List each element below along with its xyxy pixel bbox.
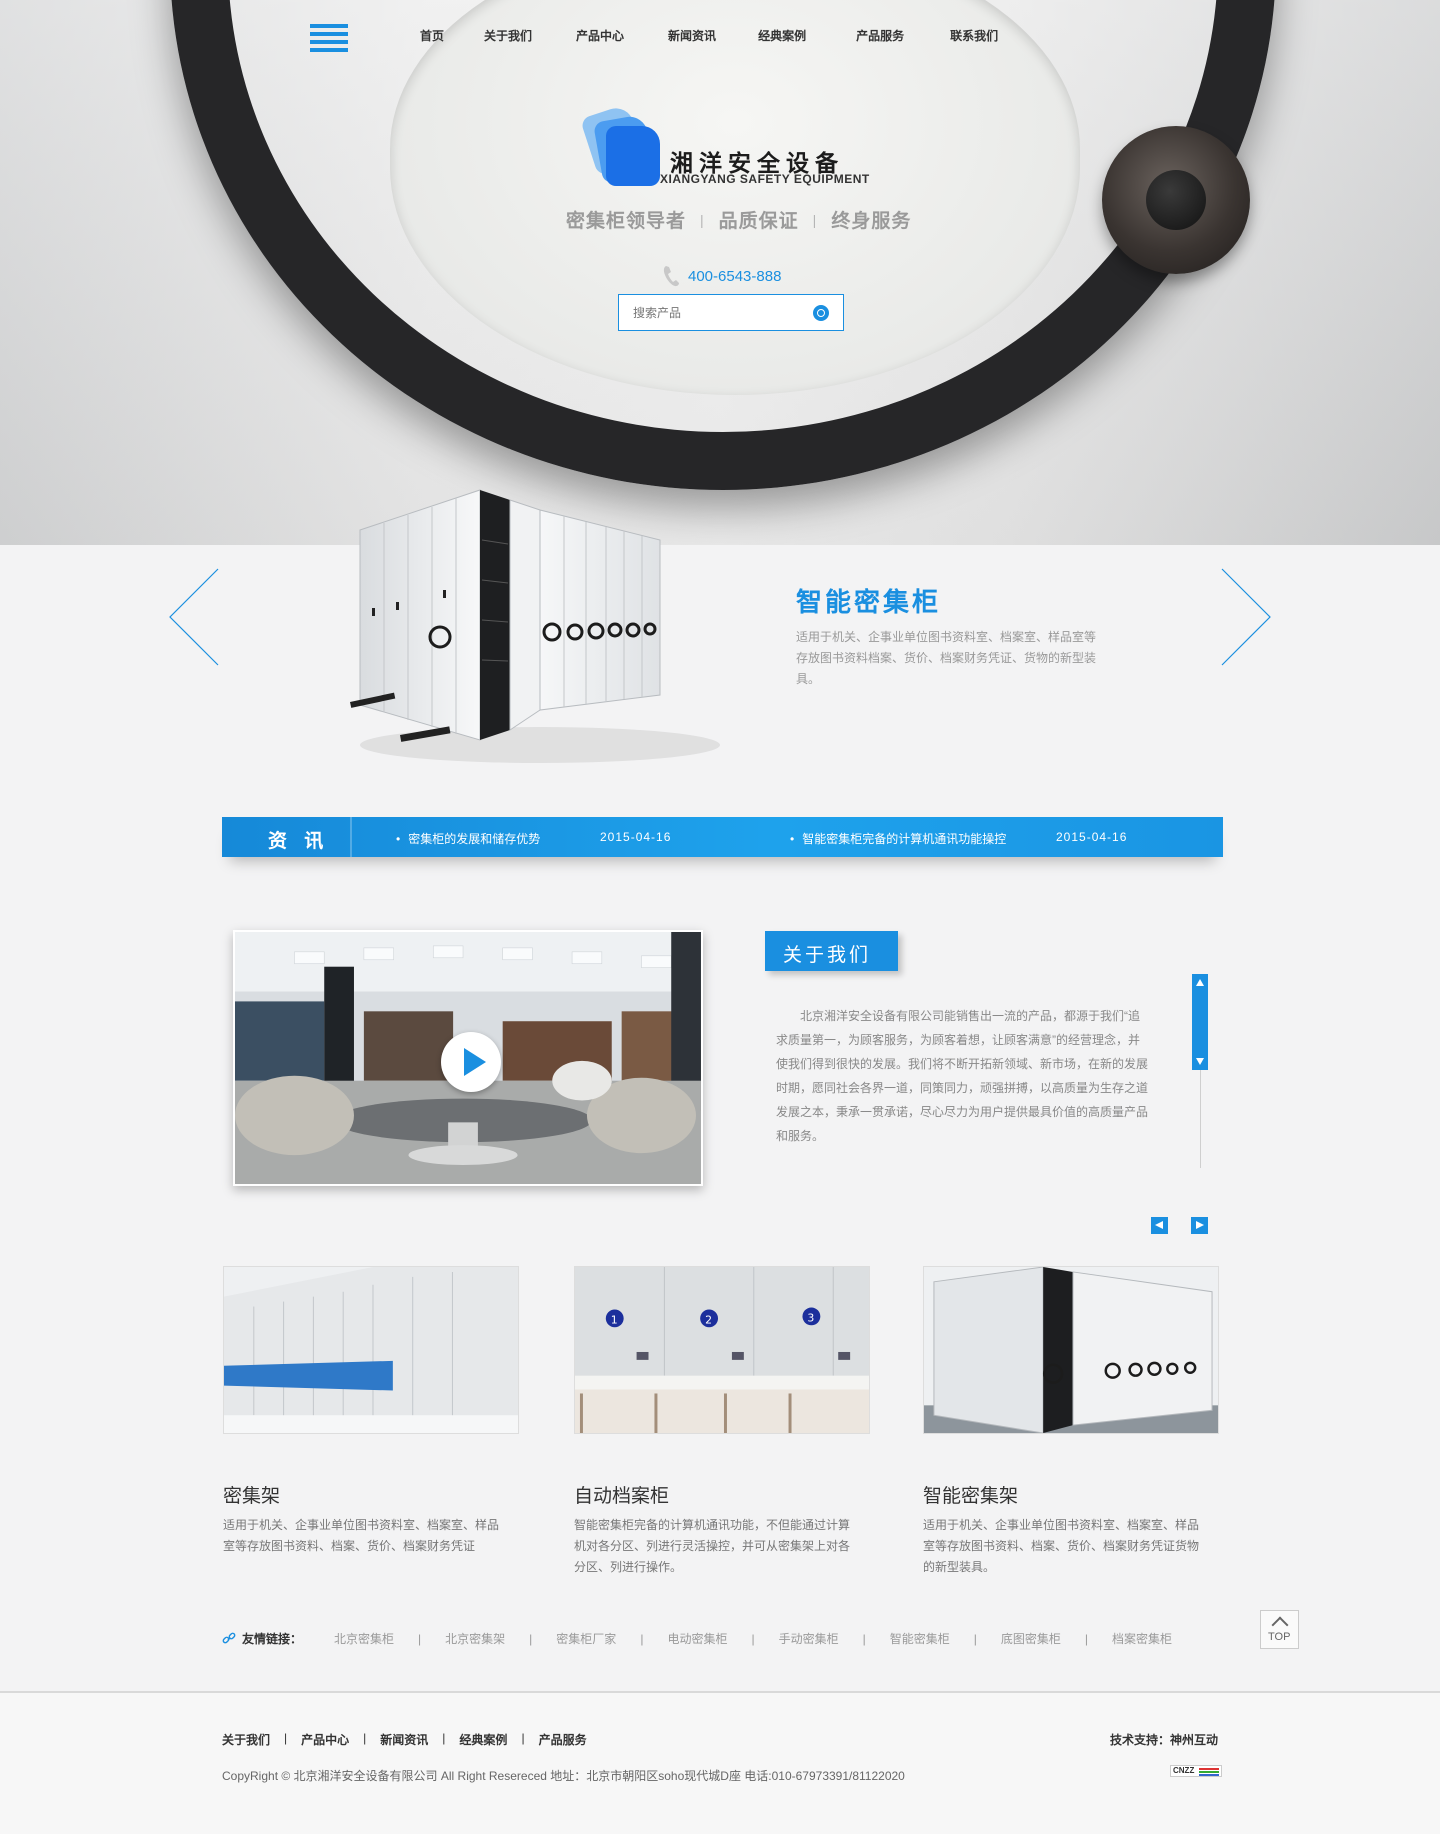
nav-cases[interactable]: 经典案例 — [758, 27, 806, 44]
phone-icon — [663, 266, 679, 287]
slogan-1: 密集柜领导者 — [566, 211, 687, 232]
nav-about[interactable]: 关于我们 — [484, 27, 532, 44]
news-date-1: 2015-04-16 — [600, 830, 672, 844]
nav-home[interactable]: 首页 — [420, 27, 444, 44]
product-image-2[interactable]: 1 2 3 — [574, 1266, 870, 1434]
nav-contact[interactable]: 联系我们 — [950, 27, 998, 44]
product-card: 1 2 3 自动档案柜 智能密集柜完备的计算机通讯功能，不但能通过计算机对各分区… — [574, 1266, 870, 1578]
slide-title: 智能密集柜 — [796, 587, 942, 617]
friend-link[interactable]: 档案密集柜 — [1112, 1630, 1172, 1647]
about-heading-text: 关于我们 — [783, 945, 872, 966]
slide-description: 适用于机关、企事业单位图书资料室、档案室、样品室等存放图书资料档案、货价、档案财… — [796, 630, 1097, 686]
wheel-knob-graphic — [1102, 126, 1250, 274]
news-item-1[interactable]: 密集柜的发展和储存优势 — [396, 830, 540, 847]
footer: 关于我们 | 产品中心 | 新闻资讯 | 经典案例 | 产品服务 技术支持：神州互动 C… — [0, 1691, 1440, 1834]
footer-link-news[interactable]: 新闻资讯 — [380, 1731, 428, 1748]
divider: | — [529, 1631, 533, 1646]
play-icon[interactable] — [441, 1032, 501, 1092]
company-logo[interactable]: 湘洋安全设备 XIANGYANG SAFETY EQUIPMENT — [579, 103, 904, 190]
divider: | — [442, 1731, 446, 1745]
news-divider — [350, 817, 352, 857]
divider: | — [973, 1631, 977, 1646]
slider-prev-arrow[interactable] — [168, 568, 220, 666]
nav-news[interactable]: 新闻资讯 — [668, 27, 716, 44]
hotline: 400-6543-888 — [662, 264, 781, 288]
divider: | — [284, 1731, 288, 1745]
back-to-top-label: TOP — [1268, 1631, 1291, 1643]
svg-text:2: 2 — [705, 1313, 712, 1326]
news-date-2: 2015-04-16 — [1056, 830, 1128, 844]
hero-banner: 首页 关于我们 产品中心 新闻资讯 经典案例 产品服务 联系我们 湘洋安全设备 … — [0, 0, 1440, 545]
divider: | — [862, 1631, 866, 1646]
friend-link[interactable]: 电动密集柜 — [667, 1630, 727, 1647]
divider: | — [640, 1631, 644, 1646]
tech-support[interactable]: 技术支持：神州互动 — [1110, 1731, 1218, 1748]
footer-link-cases[interactable]: 经典案例 — [459, 1731, 507, 1748]
footer-link-products[interactable]: 产品中心 — [301, 1731, 349, 1748]
nav-products[interactable]: 产品中心 — [576, 27, 624, 44]
svg-text:3: 3 — [807, 1311, 814, 1324]
footer-link-about[interactable]: 关于我们 — [222, 1731, 270, 1748]
carousel-prev-button[interactable] — [1151, 1217, 1168, 1234]
slogan-divider: | — [812, 211, 818, 228]
product-title-3[interactable]: 智能密集架 — [923, 1481, 1219, 1508]
product-image-1[interactable] — [223, 1266, 519, 1434]
nav-service[interactable]: 产品服务 — [856, 27, 904, 44]
friend-links-label: 友情链接： — [242, 1632, 303, 1646]
divider: | — [1084, 1631, 1088, 1646]
about-scrollbar[interactable] — [1192, 974, 1208, 1070]
slogan-2: 品质保证 — [718, 211, 799, 232]
divider: | — [363, 1731, 367, 1745]
footer-link-service[interactable]: 产品服务 — [539, 1731, 587, 1748]
friend-link[interactable]: 底图密集柜 — [1001, 1630, 1061, 1647]
slogan-3: 终身服务 — [831, 211, 912, 232]
friend-link[interactable]: 智能密集柜 — [890, 1630, 950, 1647]
friend-links: 友情链接： 北京密集柜 | 北京密集架 | 密集柜厂家 | 电动密集柜 | 手动密集柜 |… — [222, 1630, 1172, 1647]
phone-number: 400-6543-888 — [688, 267, 782, 285]
product-card: 密集架 适用于机关、企事业单位图书资料室、档案室、样品室等存放图书资料、档案、货… — [223, 1266, 519, 1557]
about-description: 北京湘洋安全设备有限公司能销售出一流的产品，都源于我们“追求质量第一，为顾客服务… — [776, 1009, 1149, 1143]
about-heading: 关于我们 — [765, 931, 898, 971]
copyright: CopyRight © 北京湘洋安全设备有限公司 All Right Reser… — [222, 1769, 905, 1783]
search-icon[interactable] — [813, 305, 829, 321]
product-title-2[interactable]: 自动档案柜 — [574, 1481, 870, 1508]
divider: | — [751, 1631, 755, 1646]
link-icon — [222, 1632, 236, 1643]
svg-text:1: 1 — [611, 1313, 618, 1326]
divider: | — [521, 1731, 525, 1745]
footer-nav: 关于我们 | 产品中心 | 新闻资讯 | 经典案例 | 产品服务 — [222, 1731, 587, 1748]
company-video[interactable] — [233, 930, 703, 1186]
search-box — [618, 294, 844, 331]
slogan: 密集柜领导者 | 品质保证 | 终身服务 — [566, 206, 911, 233]
product-title-1[interactable]: 密集架 — [223, 1481, 519, 1508]
divider: | — [418, 1631, 422, 1646]
product-desc-1: 适用于机关、企事业单位图书资料室、档案室、样品室等存放图书资料、档案、货价、档案… — [223, 1518, 500, 1553]
friend-link[interactable]: 北京密集柜 — [334, 1630, 394, 1647]
logo-mark-icon — [579, 103, 660, 186]
slider-next-arrow[interactable] — [1220, 568, 1272, 666]
back-to-top-button[interactable]: TOP — [1260, 1610, 1299, 1649]
cnzz-badge[interactable]: CNZZ — [1170, 1765, 1222, 1777]
cnzz-badge-text: CNZZ — [1173, 1766, 1195, 1775]
slide-product-image[interactable] — [350, 480, 720, 770]
product-image-3[interactable] — [923, 1266, 1219, 1434]
product-desc-3: 适用于机关、企事业单位图书资料室、档案室、样品室等存放图书资料、档案、货价、档案… — [923, 1518, 1200, 1574]
carousel-next-button[interactable] — [1191, 1217, 1208, 1234]
friend-link[interactable]: 北京密集架 — [445, 1630, 505, 1647]
news-item-2[interactable]: 智能密集柜完备的计算机通讯功能操控 — [790, 830, 1006, 847]
news-ticker: 资 讯 密集柜的发展和储存优势 2015-04-16 智能密集柜完备的计算机通讯… — [222, 817, 1223, 857]
logo-english-text: XIANGYANG SAFETY EQUIPMENT — [660, 172, 870, 186]
friend-link[interactable]: 密集柜厂家 — [556, 1630, 616, 1647]
product-card: 智能密集架 适用于机关、企事业单位图书资料室、档案室、样品室等存放图书资料、档案… — [923, 1266, 1219, 1578]
friend-link[interactable]: 手动密集柜 — [779, 1630, 839, 1647]
main-nav: 首页 关于我们 产品中心 新闻资讯 经典案例 产品服务 联系我们 — [420, 27, 998, 44]
news-label: 资 讯 — [268, 831, 330, 852]
menu-icon[interactable] — [310, 24, 348, 52]
search-input[interactable] — [619, 295, 799, 330]
product-desc-2: 智能密集柜完备的计算机通讯功能，不但能通过计算机对各分区、列进行灵活操控，并可从… — [574, 1518, 851, 1574]
slogan-divider: | — [700, 211, 705, 228]
